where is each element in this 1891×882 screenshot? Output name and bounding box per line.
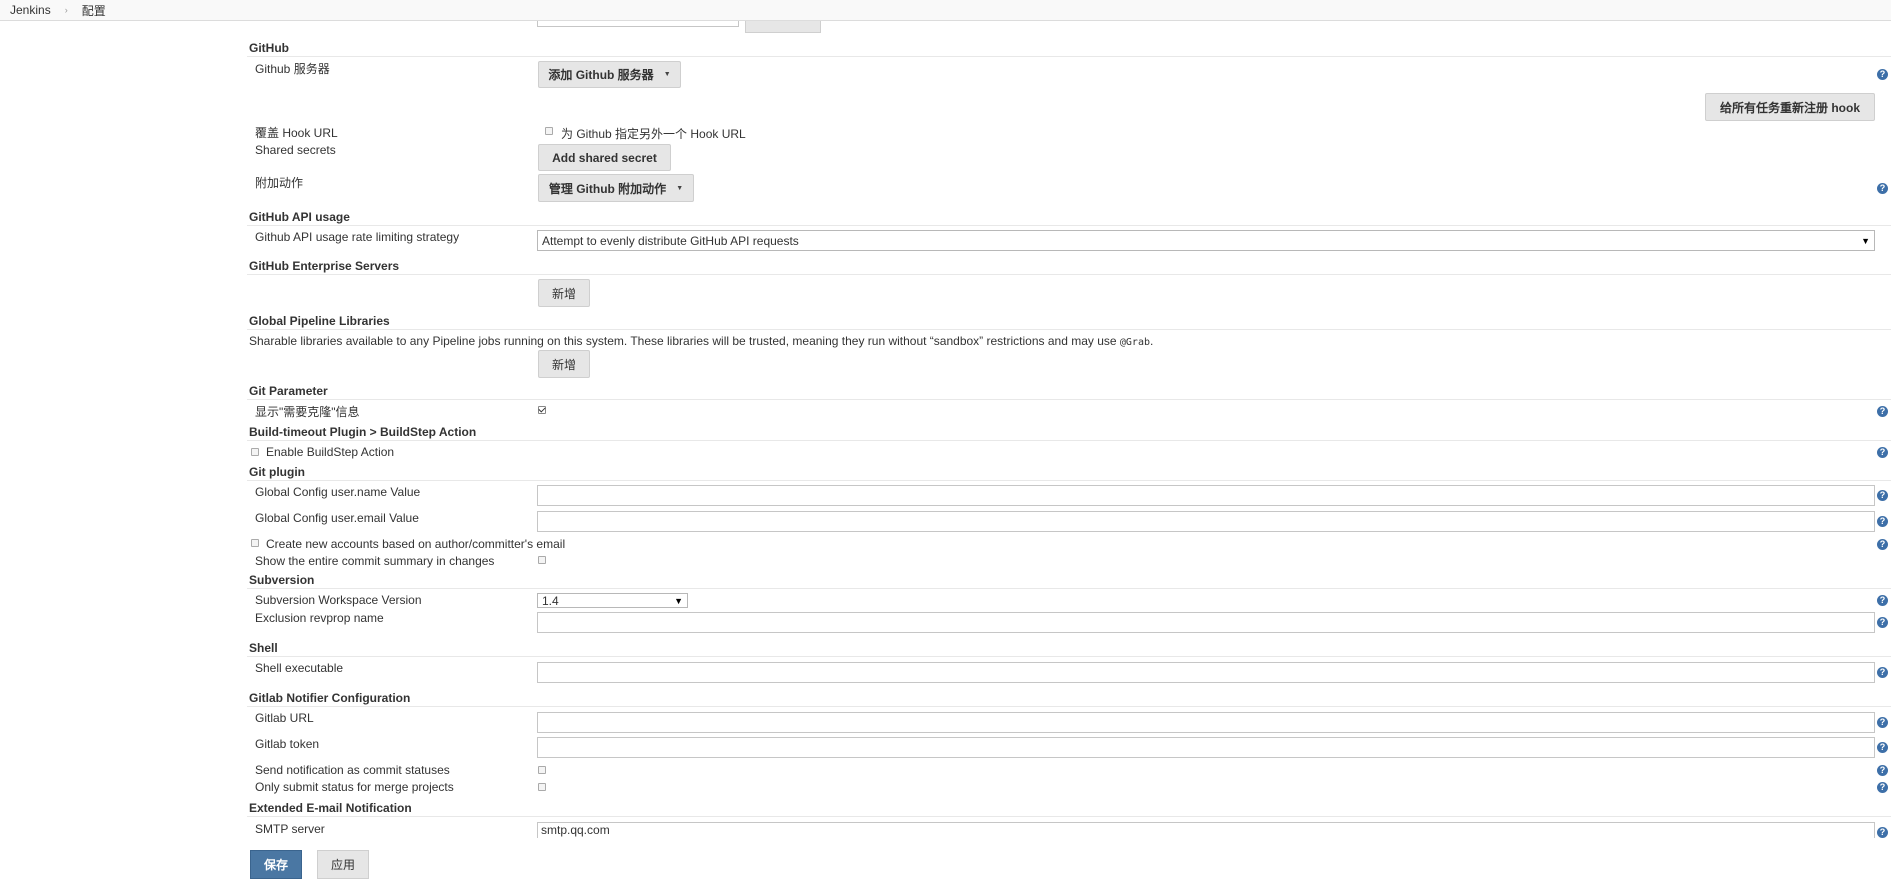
manage-github-actions-label: 管理 Github 附加动作 (548, 181, 667, 196)
help-icon[interactable]: ? (1877, 667, 1888, 678)
override-hook-url-checkbox[interactable] (545, 127, 553, 135)
user-email-input[interactable] (537, 511, 1875, 532)
shared-secrets-label: Shared secrets (255, 143, 336, 157)
help-icon[interactable]: ? (1877, 782, 1888, 793)
exclusion-revprop-label: Exclusion revprop name (255, 611, 384, 625)
smtp-server-input[interactable] (537, 822, 1875, 838)
send-notification-checkbox[interactable] (538, 766, 546, 774)
breadcrumb-separator: › (64, 5, 68, 15)
subversion-section-title: Subversion (249, 573, 315, 587)
gitlab-token-label: Gitlab token (255, 737, 320, 751)
shell-section-divider (247, 656, 1891, 657)
user-name-label: Global Config user.name Value (255, 485, 421, 499)
rate-limit-strategy-value: Attempt to evenly distribute GitHub API … (542, 233, 799, 248)
chevron-down-icon: ▼ (663, 71, 671, 78)
help-icon[interactable]: ? (1877, 742, 1888, 753)
help-icon[interactable]: ? (1877, 827, 1888, 838)
exclusion-revprop-input[interactable] (537, 612, 1875, 633)
help-icon[interactable]: ? (1877, 183, 1888, 194)
help-icon[interactable]: ? (1877, 490, 1888, 501)
shell-executable-input[interactable] (537, 662, 1875, 683)
apply-button[interactable]: 应用 (317, 850, 369, 879)
pipeline-libraries-description-text: Sharable libraries available to any Pipe… (249, 334, 1120, 348)
create-accounts-label: Create new accounts based on author/comm… (266, 537, 566, 551)
breadcrumb-configure[interactable]: 配置 (82, 2, 106, 19)
help-icon[interactable]: ? (1877, 516, 1888, 527)
subversion-section-divider (247, 588, 1891, 589)
github-servers-label: Github 服务器 (255, 62, 330, 76)
github-api-section-title: GitHub API usage (249, 210, 350, 224)
add-pipeline-library-button[interactable]: 新增 (538, 350, 590, 378)
show-commit-summary-label: Show the entire commit summary in change… (255, 554, 495, 568)
github-section-title: GitHub (249, 41, 289, 55)
add-shared-secret-button[interactable]: Add shared secret (538, 144, 671, 171)
pipeline-libraries-section-divider (247, 329, 1891, 330)
github-enterprise-section-divider (247, 274, 1891, 275)
help-icon[interactable]: ? (1877, 617, 1888, 628)
help-icon[interactable]: ? (1877, 539, 1888, 550)
build-timeout-section-divider (247, 440, 1891, 441)
pipeline-libraries-description-end: . (1150, 334, 1154, 348)
show-clone-info-checkbox[interactable] (538, 406, 546, 414)
add-github-server-label: 添加 Github 服务器 (548, 68, 654, 82)
breadcrumb-jenkins[interactable]: Jenkins (10, 3, 51, 17)
reregister-hooks-button[interactable]: 给所有任务重新注册 hook (1705, 93, 1875, 121)
chevron-down-icon: ▼ (676, 184, 684, 192)
add-enterprise-server-button[interactable]: 新增 (538, 279, 590, 307)
dropdown-arrow-icon: ▼ (1861, 235, 1870, 246)
help-icon[interactable]: ? (1877, 406, 1888, 417)
help-icon[interactable]: ? (1877, 765, 1888, 776)
github-api-section-divider (247, 225, 1891, 226)
override-hook-url-checkbox-label: 为 Github 指定另外一个 Hook URL (561, 127, 746, 141)
save-button[interactable]: 保存 (250, 850, 302, 879)
enable-buildstep-action-checkbox[interactable] (251, 448, 259, 456)
help-icon[interactable]: ? (1877, 447, 1888, 458)
grab-code: @Grab (1119, 337, 1150, 348)
add-github-server-button[interactable]: 添加 Github 服务器 ▼ (538, 61, 681, 88)
user-email-label: Global Config user.email Value (255, 511, 419, 525)
send-notification-label: Send notification as commit statuses (255, 763, 450, 777)
override-hook-url-label: 覆盖 Hook URL (255, 126, 338, 140)
git-parameter-section-divider (247, 399, 1891, 400)
show-clone-info-label: 显示"需要克隆"信息 (255, 405, 360, 419)
workspace-version-label: Subversion Workspace Version (255, 593, 422, 607)
gitlab-section-title: Gitlab Notifier Configuration (249, 691, 411, 705)
email-section-title: Extended E-mail Notification (249, 801, 412, 815)
only-merge-checkbox[interactable] (538, 783, 546, 791)
github-section-divider (247, 56, 1891, 57)
build-timeout-section-title: Build-timeout Plugin > BuildStep Action (249, 425, 477, 439)
gitlab-url-input[interactable] (537, 712, 1875, 733)
show-commit-summary-checkbox[interactable] (538, 556, 546, 564)
pipeline-libraries-description: Sharable libraries available to any Pipe… (249, 334, 1153, 348)
git-parameter-section-title: Git Parameter (249, 384, 328, 398)
user-name-input[interactable] (537, 485, 1875, 506)
rate-limit-strategy-label: Github API usage rate limiting strategy (255, 230, 460, 244)
git-plugin-section-divider (247, 480, 1891, 481)
gitlab-token-input[interactable] (537, 737, 1875, 758)
help-icon[interactable]: ? (1877, 595, 1888, 606)
pipeline-libraries-section-title: Global Pipeline Libraries (249, 314, 390, 328)
gitlab-url-label: Gitlab URL (255, 711, 314, 725)
workspace-version-select[interactable]: 1.4 ▼ (537, 593, 688, 608)
email-section-divider (247, 816, 1891, 817)
only-merge-label: Only submit status for merge projects (255, 780, 454, 794)
help-icon[interactable]: ? (1877, 717, 1888, 728)
additional-actions-label: 附加动作 (255, 176, 304, 190)
git-plugin-section-title: Git plugin (249, 465, 305, 479)
create-accounts-checkbox[interactable] (251, 539, 259, 547)
smtp-server-label: SMTP server (255, 822, 325, 836)
github-enterprise-section-title: GitHub Enterprise Servers (249, 259, 400, 273)
gitlab-section-divider (247, 706, 1891, 707)
breadcrumb: Jenkins › 配置 (0, 0, 1891, 21)
workspace-version-value: 1.4 (542, 593, 559, 608)
help-icon[interactable]: ? (1877, 69, 1888, 80)
dropdown-arrow-icon: ▼ (674, 595, 683, 606)
enable-buildstep-action-label: Enable BuildStep Action (266, 445, 395, 459)
rate-limit-strategy-select[interactable]: Attempt to evenly distribute GitHub API … (537, 230, 1875, 251)
shell-section-title: Shell (249, 641, 278, 655)
shell-executable-label: Shell executable (255, 661, 344, 675)
manage-github-actions-button[interactable]: 管理 Github 附加动作 ▼ (538, 174, 694, 202)
